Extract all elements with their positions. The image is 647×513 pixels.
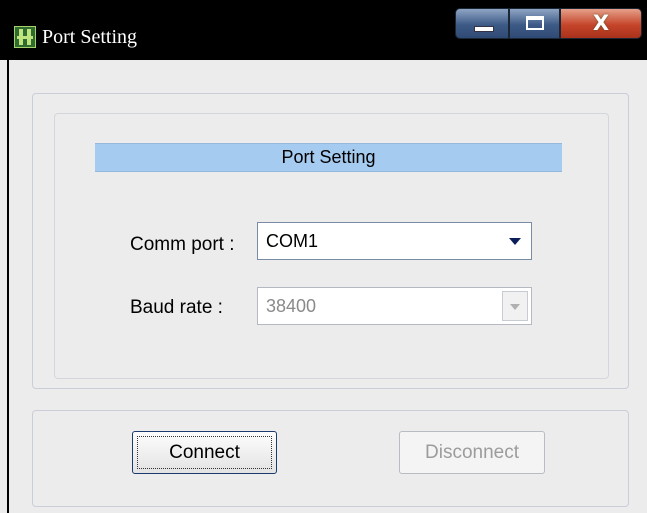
comm-port-label: Comm port : [130, 234, 235, 255]
chevron-down-icon[interactable] [509, 238, 521, 245]
close-button[interactable]: X [560, 8, 642, 39]
comm-port-value: COM1 [266, 231, 319, 251]
baud-rate-dropdown-button[interactable] [502, 291, 528, 321]
baud-rate-value: 38400 [266, 296, 317, 316]
app-icon [14, 26, 36, 48]
section-header: Port Setting [95, 143, 562, 172]
chevron-down-icon [510, 304, 520, 310]
maximize-button[interactable] [509, 8, 560, 39]
close-icon: X [592, 11, 610, 35]
port-setting-window: Port Setting X Port Setting Comm port : … [0, 0, 647, 513]
minimize-icon [474, 26, 494, 32]
disconnect-button[interactable]: Disconnect [399, 431, 545, 474]
baud-rate-label: Baud rate : [130, 297, 223, 318]
baud-rate-select[interactable]: 38400 [257, 287, 532, 325]
comm-port-select[interactable]: COM1 [257, 222, 532, 260]
window-title: Port Setting [42, 26, 138, 48]
connect-button[interactable]: Connect [132, 431, 277, 474]
maximize-icon [526, 16, 544, 30]
title-bar[interactable]: Port Setting X [0, 0, 647, 60]
window-left-border [7, 60, 9, 513]
minimize-button[interactable] [455, 8, 509, 39]
